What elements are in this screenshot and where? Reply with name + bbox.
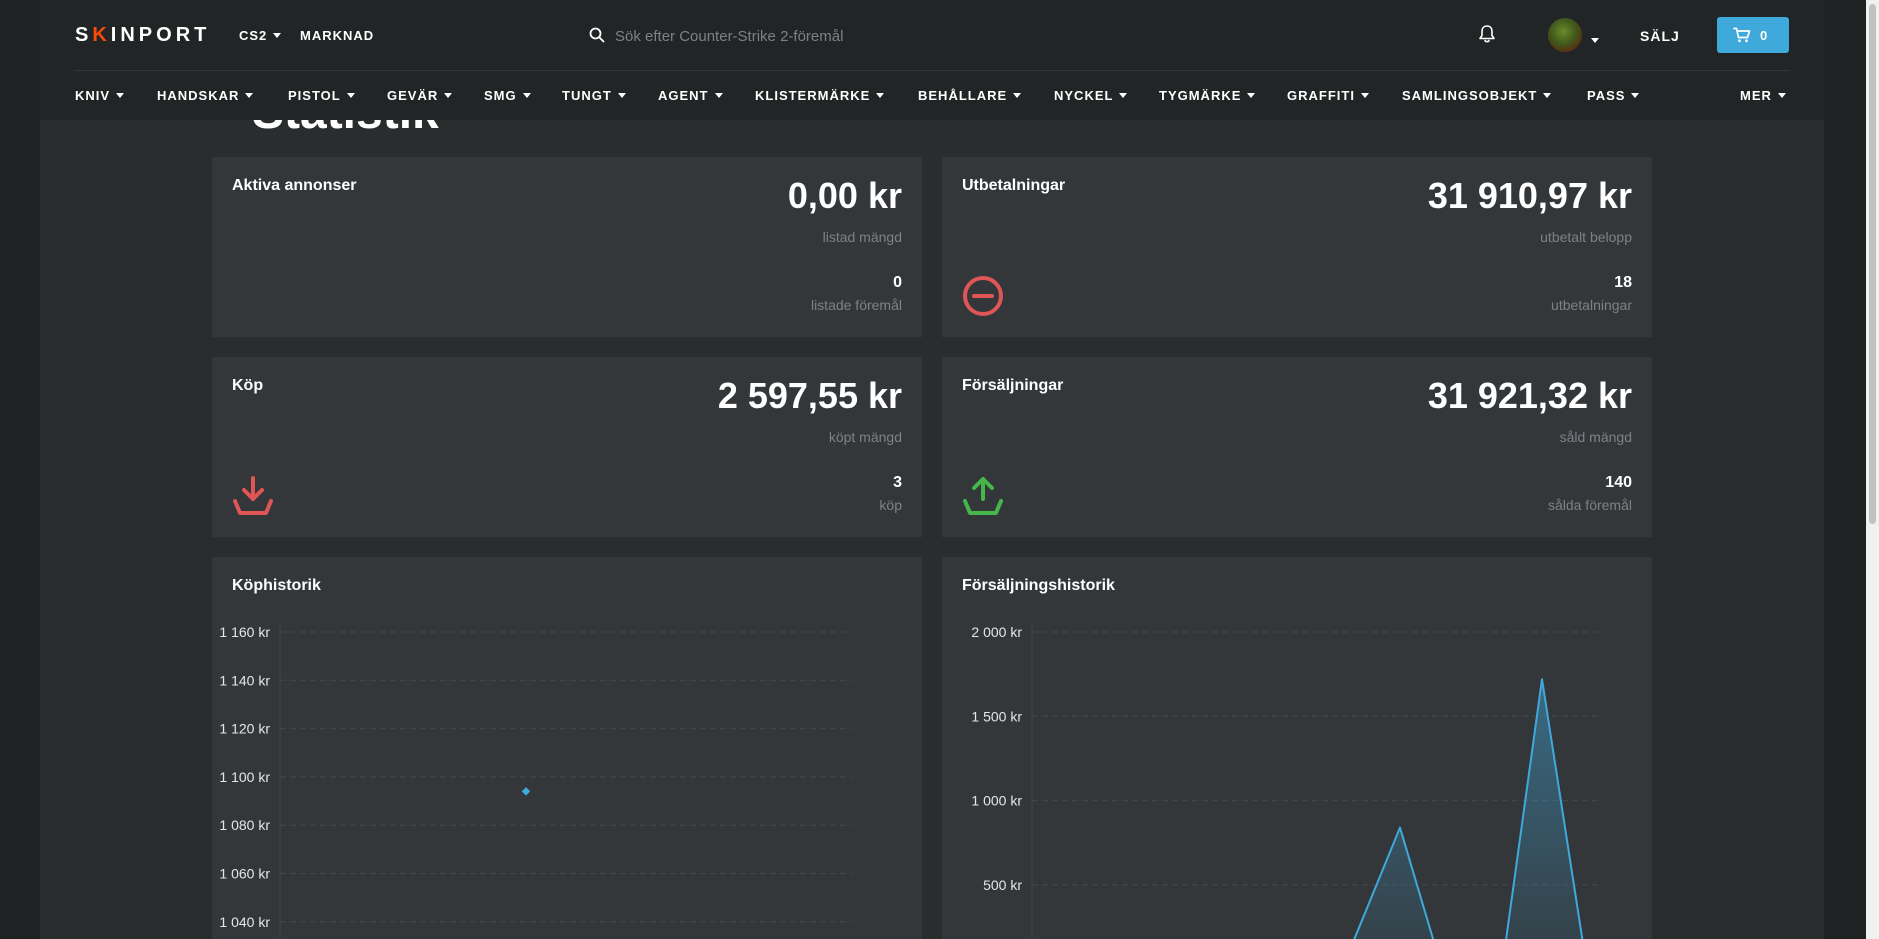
purchase-count-label: köp <box>879 497 902 513</box>
card-title: Köp <box>232 377 264 394</box>
y-tick-label: 1 100 kr <box>219 769 270 785</box>
bell-icon <box>1479 25 1495 43</box>
category-tungt[interactable]: TUNGT <box>562 88 626 103</box>
card-title: Utbetalningar <box>962 177 1066 194</box>
purchase-history-chart: 1 160 kr 1 140 kr 1 120 kr 1 100 kr 1 080 kr… <box>219 622 852 939</box>
category-behallare[interactable]: BEHÅLLARE <box>918 88 1022 103</box>
listed-amount-label: listad mängd <box>822 229 902 245</box>
minus-circle-icon <box>963 276 1003 316</box>
listed-items-label: listade föremål <box>810 297 902 313</box>
payout-count: 18 <box>1614 274 1632 291</box>
search-input[interactable] <box>615 22 975 50</box>
card-title: Försäljningar <box>962 377 1064 394</box>
avatar[interactable] <box>1548 18 1582 52</box>
y-tick-label: 1 120 kr <box>219 721 270 737</box>
category-graffiti[interactable]: GRAFFITI <box>1287 88 1369 103</box>
category-smg[interactable]: SMG <box>484 88 531 103</box>
y-tick-label: 1 140 kr <box>219 672 270 688</box>
payout-count-label: utbetalningar <box>1551 297 1632 313</box>
listed-amount: 0,00 kr <box>787 175 902 216</box>
category-tygmarke[interactable]: TYGMÄRKE <box>1159 88 1256 103</box>
y-tick-label: 2 000 kr <box>971 624 1022 640</box>
y-tick-label: 1 080 kr <box>219 817 270 833</box>
purchase-count: 3 <box>893 474 902 491</box>
listed-items-count: 0 <box>893 274 902 291</box>
card-title: Aktiva annonser <box>232 177 357 194</box>
chevron-down-icon <box>273 33 282 38</box>
chevron-down-icon[interactable] <box>1591 32 1599 50</box>
category-gevar[interactable]: GEVÄR <box>387 88 453 103</box>
series-area <box>1354 679 1583 939</box>
payouts-card: Utbetalningar 31 910,97 kr utbetalt belo… <box>942 157 1652 337</box>
cart-count: 0 <box>1760 28 1768 43</box>
active-listings-card: Aktiva annonser 0,00 kr listad mängd 0 l… <box>212 157 922 337</box>
game-selector-label: CS2 <box>239 28 268 43</box>
data-point <box>521 787 531 796</box>
sales-card: Försäljningar 31 921,32 kr såld mängd 14… <box>942 357 1652 537</box>
purchases-card: Köp 2 597,55 kr köpt mängd 3 köp <box>212 357 922 537</box>
category-pass[interactable]: PASS <box>1587 88 1640 103</box>
category-handskar[interactable]: HANDSKAR <box>157 88 254 103</box>
app-frame: SKINPORT CS2 MARKNAD SÄLJ <box>40 0 1824 939</box>
y-tick-label: 500 kr <box>983 877 1022 893</box>
sales-history-card: Försäljningshistorik 2 000 kr 1 500 kr 1 0… <box>942 557 1652 939</box>
y-tick-label: 1 060 kr <box>219 866 270 882</box>
sell-link[interactable]: SÄLJ <box>1640 28 1680 44</box>
search-icon <box>589 27 605 43</box>
sales-amount: 31 921,32 kr <box>1427 375 1632 416</box>
category-agent[interactable]: AGENT <box>658 88 723 103</box>
game-selector[interactable]: CS2 <box>239 28 282 43</box>
page-scrollbar[interactable] <box>1866 0 1879 939</box>
y-tick-label: 1 500 kr <box>971 708 1022 724</box>
notifications-button[interactable] <box>1478 24 1496 49</box>
sales-count-label: sålda föremål <box>1547 497 1632 513</box>
sales-history-chart: 2 000 kr 1 500 kr 1 000 kr 500 kr <box>971 622 1602 939</box>
header: SKINPORT CS2 MARKNAD SÄLJ <box>40 0 1824 120</box>
y-tick-label: 1 040 kr <box>219 914 270 930</box>
market-link[interactable]: MARKNAD <box>300 28 374 43</box>
sales-amount-label: såld mängd <box>1559 429 1632 445</box>
category-mer[interactable]: MER <box>1740 88 1786 103</box>
purchase-amount: 2 597,55 kr <box>717 375 902 416</box>
category-nyckel[interactable]: NYCKEL <box>1054 88 1128 103</box>
category-samlingsobjekt[interactable]: SAMLINGSOBJEKT <box>1402 88 1552 103</box>
y-tick-label: 1 160 kr <box>219 624 270 640</box>
download-icon <box>233 476 273 515</box>
category-pistol[interactable]: PISTOL <box>288 88 355 103</box>
skinport-logo[interactable]: SKINPORT <box>75 24 210 47</box>
category-kniv[interactable]: KNIV <box>75 88 125 103</box>
purchase-history-card: Köphistorik 1 160 kr 1 140 kr 1 120 kr 1 10… <box>212 557 922 939</box>
scrollbar-thumb[interactable] <box>1869 4 1876 524</box>
cart-icon <box>1733 27 1751 43</box>
top-bar: SKINPORT CS2 MARKNAD SÄLJ <box>40 0 1824 70</box>
payout-amount-label: utbetalt belopp <box>1540 229 1632 245</box>
category-klistermarke[interactable]: KLISTERMÄRKE <box>755 88 885 103</box>
y-tick-label: 1 000 kr <box>971 793 1022 809</box>
payout-amount: 31 910,97 kr <box>1427 175 1632 216</box>
cart-button[interactable]: 0 <box>1717 17 1789 53</box>
header-divider <box>75 70 1789 71</box>
purchase-amount-label: köpt mängd <box>828 429 902 445</box>
upload-icon <box>963 477 1003 515</box>
search-bar[interactable] <box>585 22 985 50</box>
sales-count: 140 <box>1605 474 1632 491</box>
